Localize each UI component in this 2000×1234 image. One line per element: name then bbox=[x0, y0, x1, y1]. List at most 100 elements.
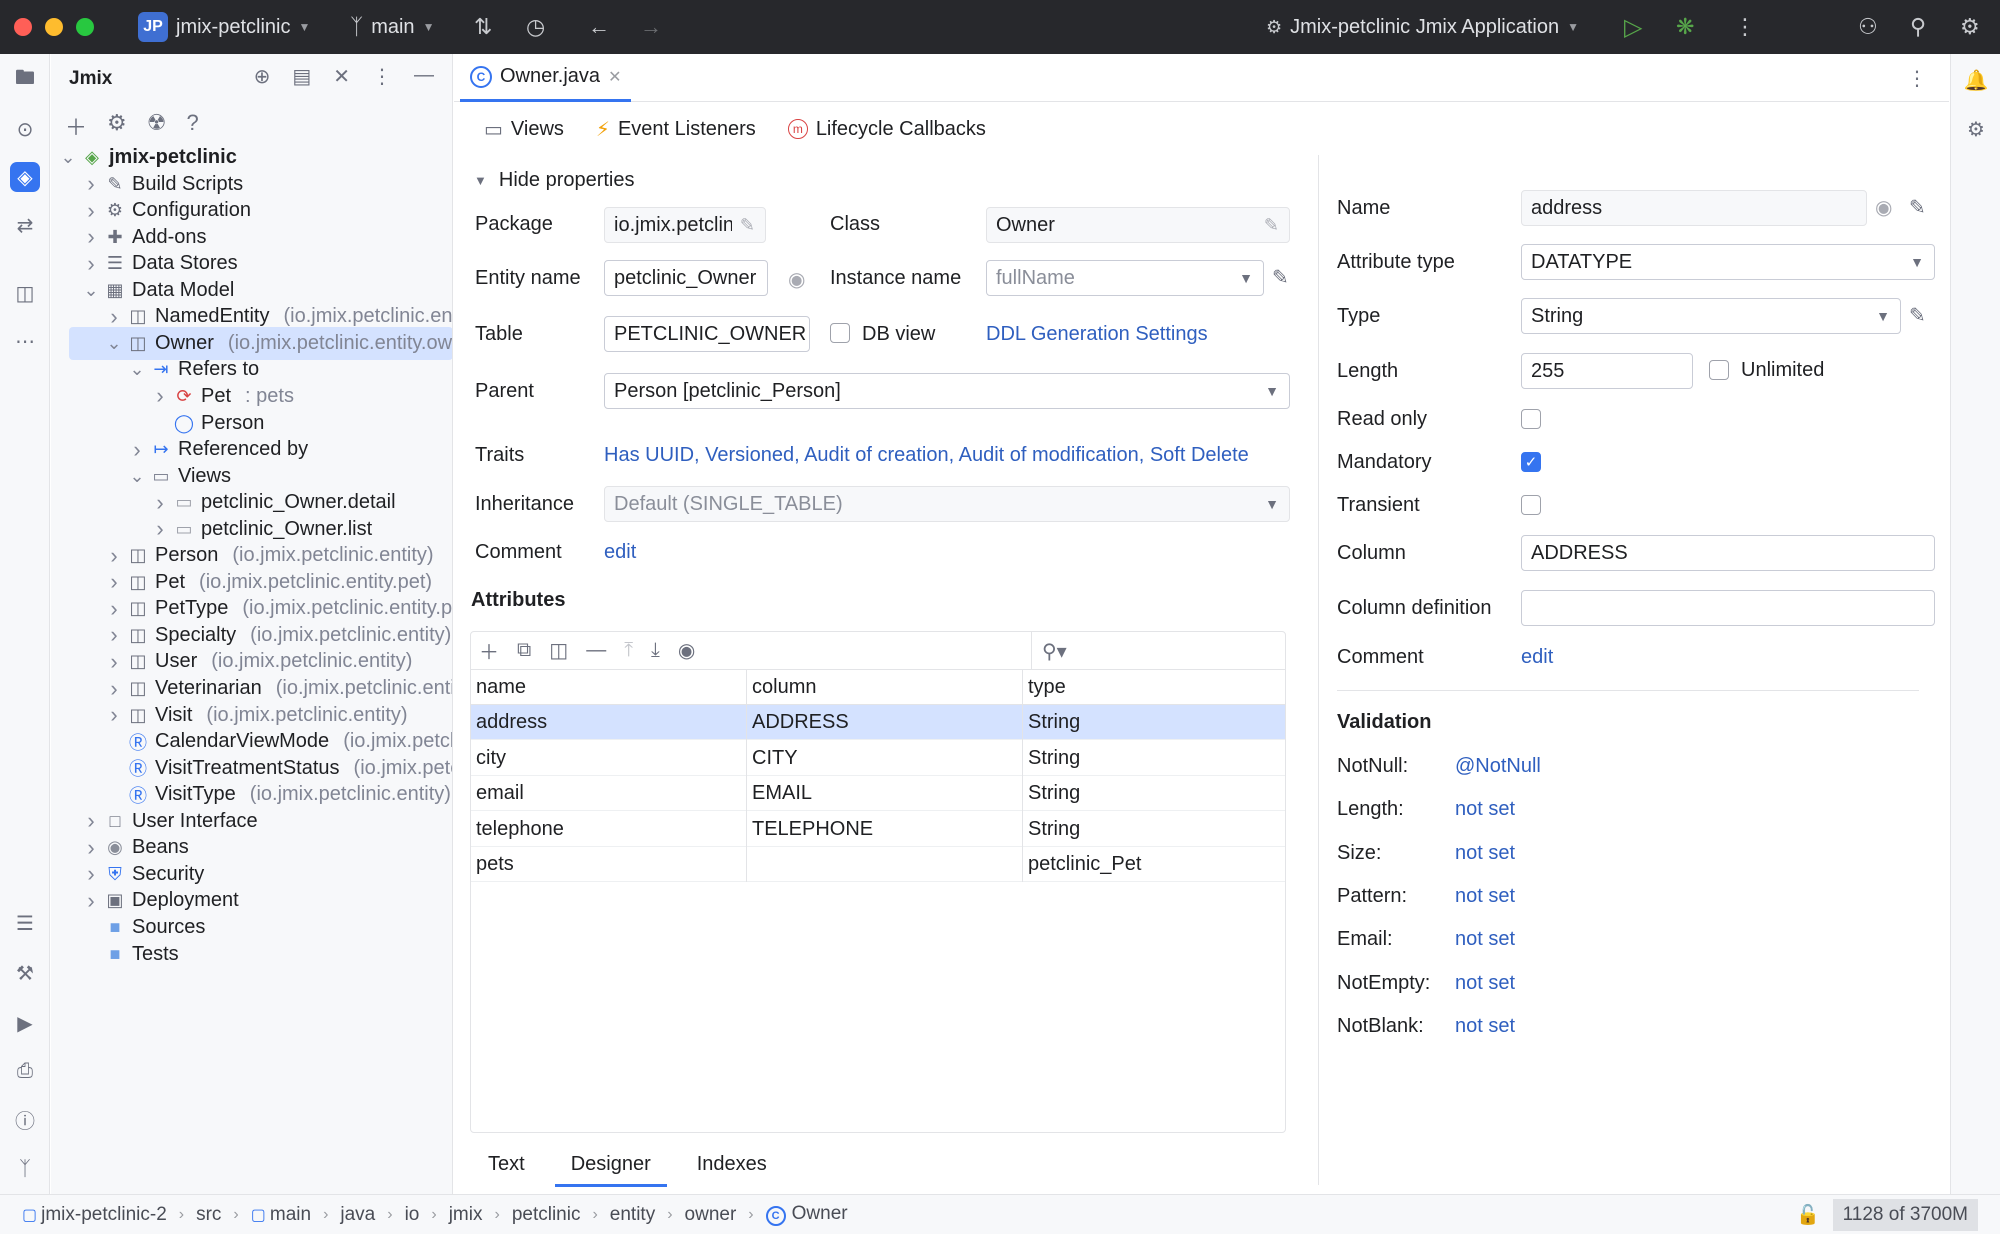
chevron-down-icon[interactable]: ⌄ bbox=[103, 333, 125, 354]
git-icon[interactable]: ᛉ bbox=[10, 1154, 40, 1184]
branch-switcher[interactable]: ᛉ main ▼ bbox=[350, 0, 434, 54]
breadcrumb-item[interactable]: io bbox=[405, 1204, 420, 1226]
services-icon[interactable]: ▶ bbox=[10, 1008, 40, 1038]
add-user-icon[interactable]: ⚇ bbox=[1858, 0, 1878, 54]
column-definition-field[interactable] bbox=[1521, 590, 1935, 626]
read-only-checkbox[interactable] bbox=[1521, 409, 1541, 429]
zoom-window-button[interactable] bbox=[76, 18, 94, 36]
parent-select[interactable]: Person [petclinic_Person] ▼ bbox=[604, 373, 1290, 409]
commit-icon[interactable]: ⊙ bbox=[10, 114, 40, 144]
localization-globe-icon[interactable]: ◉ bbox=[788, 267, 805, 292]
validation-link[interactable]: not set bbox=[1455, 842, 1515, 865]
validation-link[interactable]: not set bbox=[1455, 1015, 1515, 1038]
options-icon[interactable]: ⋮ bbox=[372, 64, 392, 89]
copy-icon[interactable]: ⧉ bbox=[517, 639, 531, 662]
collapse-all-icon[interactable]: ▤ bbox=[292, 64, 311, 89]
lifecycle-callbacks-button[interactable]: m Lifecycle Callbacks bbox=[787, 118, 986, 141]
lock-icon[interactable]: 🔓 bbox=[1796, 1203, 1820, 1227]
tab-designer[interactable]: Designer bbox=[554, 1153, 667, 1187]
project-switcher[interactable]: JP jmix-petclinic ▼ bbox=[138, 0, 310, 54]
breadcrumb-item[interactable]: jmix bbox=[449, 1204, 483, 1226]
settings-gear-icon[interactable]: ⚙ bbox=[1960, 0, 1980, 54]
validation-link[interactable]: not set bbox=[1455, 928, 1515, 951]
breadcrumb-item[interactable]: owner bbox=[685, 1204, 737, 1226]
tab-text[interactable]: Text bbox=[484, 1153, 529, 1187]
breadcrumb-item[interactable]: ▢ main bbox=[251, 1204, 311, 1226]
attribute-row[interactable]: address ADDRESS String bbox=[471, 705, 1285, 740]
close-tab-icon[interactable]: ✕ bbox=[608, 67, 621, 87]
more-tools-icon[interactable]: ⋯ bbox=[10, 326, 40, 356]
chevron-right-icon[interactable]: › bbox=[103, 304, 125, 330]
chevron-down-icon[interactable]: ⌄ bbox=[57, 147, 79, 168]
run-config-selector[interactable]: ⚙ Jmix-petclinic Jmix Application ▼ bbox=[1266, 0, 1579, 54]
views-button[interactable]: ▭ Views bbox=[484, 117, 564, 142]
terminal-icon[interactable]: ⎙ bbox=[10, 1056, 40, 1086]
ddl-generation-settings-link[interactable]: DDL Generation Settings bbox=[986, 323, 1208, 346]
search-icon[interactable]: ⚲ bbox=[1910, 0, 1926, 54]
attribute-row[interactable]: telephone TELEPHONE String bbox=[471, 812, 1285, 847]
settings-icon[interactable]: ⚙ bbox=[107, 110, 127, 142]
add-icon[interactable]: ＋ bbox=[65, 110, 87, 142]
comment-edit-link[interactable]: edit bbox=[604, 541, 636, 564]
attribute-name-field[interactable]: address bbox=[1521, 190, 1867, 226]
move-up-icon[interactable]: ⤒ bbox=[624, 639, 633, 662]
attribute-type-select[interactable]: DATATYPE ▼ bbox=[1521, 244, 1935, 280]
edit-pencil-icon[interactable]: ✎ bbox=[1272, 265, 1289, 290]
unlimited-checkbox[interactable] bbox=[1709, 360, 1729, 380]
validation-link[interactable]: not set bbox=[1455, 885, 1515, 908]
mandatory-checkbox[interactable]: ✓ bbox=[1521, 452, 1541, 472]
instance-name-select[interactable]: fullName ▼ bbox=[986, 260, 1264, 296]
breadcrumb-item[interactable]: petclinic bbox=[512, 1204, 581, 1226]
tab-owner-java[interactable]: C Owner.java ✕ bbox=[460, 54, 632, 102]
eye-icon[interactable]: ◉ bbox=[678, 638, 695, 663]
run-icon[interactable]: ▷ bbox=[1624, 0, 1642, 54]
hide-panel-icon[interactable]: — bbox=[414, 64, 434, 89]
column-header-column[interactable]: column bbox=[747, 670, 816, 705]
attribute-row[interactable]: pets petclinic_Pet bbox=[471, 847, 1285, 882]
help-icon[interactable]: ? bbox=[186, 110, 198, 142]
forward-arrow-icon[interactable]: → bbox=[640, 0, 662, 54]
length-field[interactable]: 255 bbox=[1521, 353, 1693, 389]
add-from-db-icon[interactable]: ◫ bbox=[549, 638, 568, 663]
attributes-search[interactable]: ⚲▾ bbox=[1031, 632, 1285, 670]
hide-properties-toggle[interactable]: ▼ Hide properties bbox=[474, 169, 635, 192]
vcs-update-icon[interactable]: ⇅ bbox=[474, 0, 492, 54]
back-arrow-icon[interactable]: ← bbox=[588, 0, 610, 54]
tab-more-icon[interactable]: ⋮ bbox=[1907, 66, 1927, 91]
chevron-down-icon[interactable]: ⌄ bbox=[126, 359, 148, 380]
notifications-bell-icon[interactable]: 🔔 bbox=[1961, 65, 1991, 95]
inheritance-select[interactable]: Default (SINGLE_TABLE) ▼ bbox=[604, 486, 1290, 522]
breadcrumb-item[interactable]: java bbox=[340, 1204, 375, 1226]
build-hammer-icon[interactable]: ⚒ bbox=[10, 958, 40, 988]
structure-icon[interactable]: ◫ bbox=[10, 278, 40, 308]
column-header-type[interactable]: type bbox=[1023, 670, 1066, 705]
class-field[interactable]: Owner ✎ bbox=[986, 207, 1290, 243]
remove-icon[interactable]: — bbox=[586, 639, 606, 662]
attribute-row[interactable]: email EMAIL String bbox=[471, 776, 1285, 811]
chevron-down-icon[interactable]: ⌄ bbox=[126, 466, 148, 487]
traits-link[interactable]: Has UUID, Versioned, Audit of creation, … bbox=[604, 444, 1249, 467]
event-listeners-button[interactable]: ⚡ Event Listeners bbox=[596, 117, 756, 142]
edit-pencil-icon[interactable]: ✎ bbox=[740, 215, 755, 236]
problems-icon[interactable]: ⓘ bbox=[10, 1104, 40, 1134]
column-header-name[interactable]: name bbox=[471, 670, 526, 705]
breadcrumb-item[interactable]: src bbox=[196, 1204, 221, 1226]
tree-item[interactable]: ■ Tests bbox=[51, 938, 452, 971]
todo-list-icon[interactable]: ☰ bbox=[10, 908, 40, 938]
validation-link[interactable]: @NotNull bbox=[1455, 755, 1541, 778]
column-field[interactable]: ADDRESS bbox=[1521, 535, 1935, 571]
breadcrumb-item[interactable]: ▢ jmix-petclinic-2 bbox=[22, 1204, 167, 1226]
breadcrumb-item[interactable]: C Owner bbox=[765, 1203, 848, 1226]
attribute-row[interactable]: city CITY String bbox=[471, 741, 1285, 776]
validation-link[interactable]: not set bbox=[1455, 972, 1515, 995]
minimize-window-button[interactable] bbox=[45, 18, 63, 36]
table-field[interactable]: PETCLINIC_OWNER bbox=[604, 316, 810, 352]
jmix-tool-icon[interactable]: ◈ bbox=[10, 162, 40, 192]
edit-pencil-icon[interactable]: ✎ bbox=[1264, 215, 1279, 236]
memory-indicator[interactable]: 1128 of 3700M bbox=[1832, 1199, 1978, 1231]
jmix-rabbit-icon[interactable]: ☢ bbox=[147, 110, 167, 142]
localization-globe-icon[interactable]: ◉ bbox=[1875, 195, 1892, 220]
close-window-button[interactable] bbox=[14, 18, 32, 36]
tab-indexes[interactable]: Indexes bbox=[693, 1153, 771, 1187]
add-attribute-icon[interactable]: ＋ bbox=[479, 636, 499, 665]
